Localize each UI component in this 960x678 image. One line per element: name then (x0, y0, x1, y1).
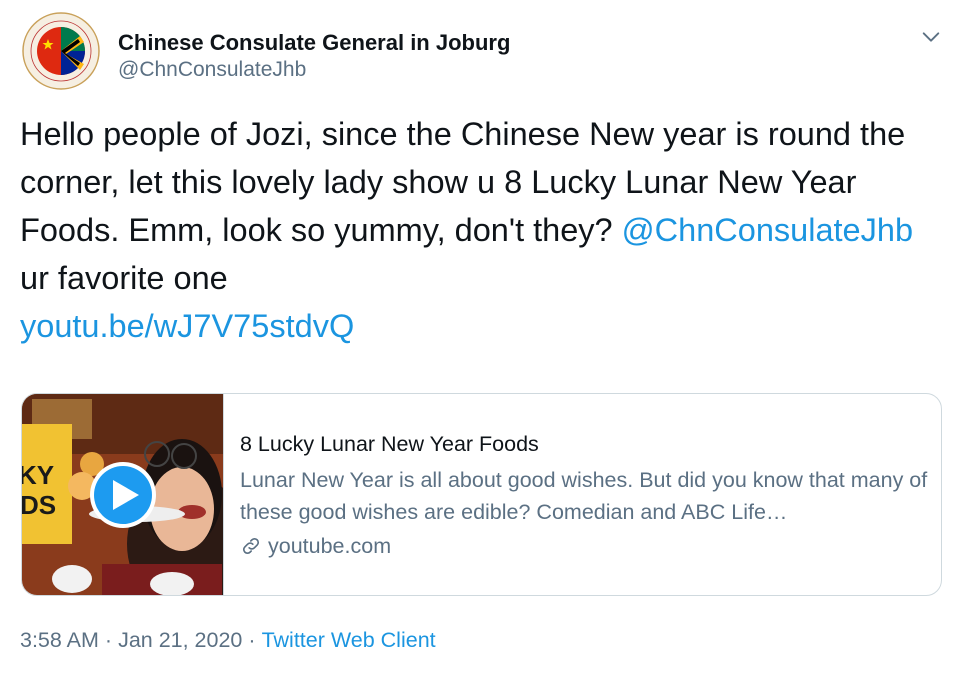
chevron-down-icon[interactable] (920, 26, 942, 48)
thumbnail-caption-bottom: DS (22, 490, 57, 520)
author-name[interactable]: Chinese Consulate General in Joburg (118, 30, 510, 56)
consulate-seal-flags-icon (22, 12, 100, 90)
tweet-text-tail: ur favorite one (20, 260, 228, 296)
tweet-header: Chinese Consulate General in Joburg @Chn… (22, 12, 942, 92)
tweet-meta: 3:58 AM · Jan 21, 2020 · Twitter Web Client (20, 628, 436, 653)
client-link[interactable]: Twitter Web Client (262, 628, 436, 652)
separator: · (104, 628, 113, 652)
tweet-text: Hello people of Jozi, since the Chinese … (20, 110, 920, 350)
link-icon (242, 537, 260, 555)
card-body: 8 Lucky Lunar New Year Foods Lunar New Y… (240, 430, 930, 560)
avatar[interactable] (22, 12, 100, 90)
link-preview-card[interactable]: KY DS 8 Lucky Lunar New Year Foods Lunar… (21, 393, 942, 596)
thumbnail-caption-top: KY (22, 460, 55, 490)
tweet-url-link[interactable]: youtu.be/wJ7V75stdvQ (20, 308, 354, 344)
mention-link[interactable]: @ChnConsulateJhb (622, 212, 913, 248)
card-domain-text: youtube.com (268, 534, 392, 558)
tweet-time[interactable]: 3:58 AM (20, 628, 99, 652)
author-handle[interactable]: @ChnConsulateJhb (118, 58, 306, 82)
video-thumbnail[interactable]: KY DS (22, 394, 224, 595)
card-title: 8 Lucky Lunar New Year Foods (240, 432, 539, 456)
card-description: Lunar New Year is all about good wishes.… (240, 468, 928, 524)
separator: · (248, 628, 256, 652)
tweet-date[interactable]: Jan 21, 2020 (118, 628, 242, 652)
card-domain: youtube.com (240, 532, 930, 560)
